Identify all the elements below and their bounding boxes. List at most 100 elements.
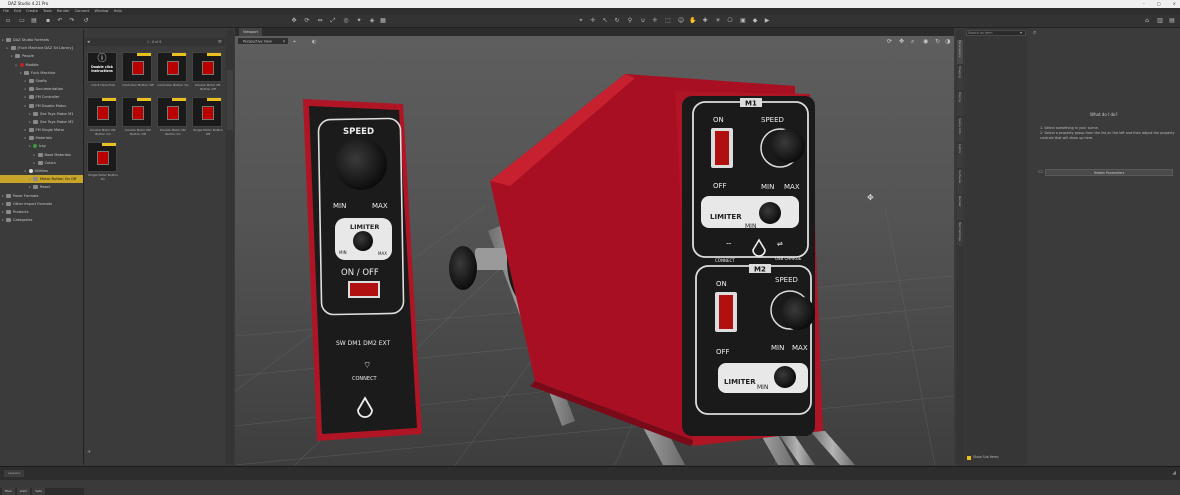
content-thumbnail[interactable]: Single Motor Button On (87, 142, 119, 181)
tree-item[interactable]: ▸ Materials (0, 134, 83, 142)
menu-tools[interactable]: Tools (43, 8, 52, 15)
ctrl-limiter-knob[interactable] (353, 231, 373, 251)
view-options-icon[interactable]: ≡ (218, 39, 222, 45)
tree-item[interactable]: ▸ Colors (0, 159, 83, 167)
tool-node-select-icon[interactable]: ✚ (701, 17, 709, 25)
expand-arrow-icon[interactable]: ▸ (25, 77, 29, 85)
pan-icon[interactable]: ✥ (899, 38, 904, 45)
left-tab[interactable]: Anim (16, 488, 31, 495)
expand-arrow-icon[interactable]: ▸ (25, 126, 29, 134)
tree-item[interactable]: ▸ Sex Toys Motor M1 (0, 110, 83, 118)
tool-camera-icon[interactable]: ⎔ (726, 17, 734, 25)
tool-universal-icon[interactable]: ✥ (290, 17, 298, 25)
render-icon[interactable]: ▶ (763, 17, 771, 25)
side-tab[interactable]: Tool Settings (957, 222, 963, 246)
tool-magnet-icon[interactable]: ∪ (639, 17, 647, 25)
expand-arrow-icon[interactable]: ▸ (34, 151, 38, 159)
tool-bookmark-icon[interactable]: ▣ (739, 17, 747, 25)
merge-icon[interactable]: ▤ (30, 17, 38, 25)
tool-joint-icon[interactable]: ✦ (355, 17, 363, 25)
tool-active-icon[interactable]: ✛ (651, 17, 659, 25)
expand-arrow-icon[interactable]: ▸ (25, 134, 29, 142)
expand-arrow-icon[interactable]: ▸ (7, 44, 11, 52)
menu-edit[interactable]: Edit (14, 8, 21, 15)
side-tab[interactable]: Scene Info (957, 118, 963, 142)
tool-light-icon[interactable]: ☀ (714, 17, 722, 25)
menu-file[interactable]: File (3, 8, 9, 15)
redo-icon[interactable]: ↷ (68, 17, 76, 25)
tool-move-icon[interactable]: ✛ (589, 17, 597, 25)
side-tab[interactable]: Shaping (957, 66, 963, 90)
tree-item[interactable]: ▸ Reset (0, 183, 83, 191)
expand-arrow-icon[interactable]: ▸ (16, 61, 20, 69)
m1-speed-knob[interactable] (771, 129, 805, 163)
tree-item[interactable]: ▸ Poser Formats (0, 192, 83, 200)
aux-view-icon[interactable]: ◑ (945, 38, 950, 45)
layout-icon[interactable]: ▥ (1156, 17, 1164, 25)
content-thumbnail[interactable]: Double Motor M1 Button On (87, 97, 119, 136)
show-sub-items-checkbox[interactable] (967, 456, 971, 460)
expand-arrow-icon[interactable]: ▸ (34, 159, 38, 167)
add-icon[interactable]: + (87, 449, 91, 455)
maximize-icon[interactable]: □ (1157, 0, 1161, 8)
undo-icon[interactable]: ↶ (56, 17, 64, 25)
3d-viewport[interactable]: Perspective View ▾ ⌖ ◐ ⟳ ✥ ⌕ ◉ ↻ ◑ M1 ON… (235, 36, 954, 465)
menu-create[interactable]: Create (26, 8, 38, 15)
tree-item[interactable]: ▸ Documentation (0, 85, 83, 93)
minimize-icon[interactable]: – (1143, 0, 1145, 8)
tool-rotate-icon[interactable]: ⟳ (303, 17, 311, 25)
tool-surface-icon[interactable]: ◈ (368, 17, 376, 25)
tree-item[interactable]: ▸ FM Controller (0, 93, 83, 101)
tree-item[interactable]: ▸ Moddie (0, 61, 83, 69)
menu-help[interactable]: Help (114, 8, 122, 15)
search-icon[interactable]: ⌕ (1033, 29, 1036, 37)
tool-figure-icon[interactable]: ☺ (677, 17, 685, 25)
tool-hand-icon[interactable]: ✋ (689, 17, 697, 25)
render-settings-icon[interactable]: ◆ (751, 17, 759, 25)
expand-arrow-icon[interactable]: ▸ (25, 102, 29, 110)
tool-scale-icon[interactable]: ⤢ (329, 17, 337, 25)
tree-item[interactable]: ▸ DAZ Studio Formats (0, 36, 83, 44)
hidden-parameters-button[interactable]: Hidden Parameters (1045, 169, 1173, 176)
zoom-icon[interactable]: ⌕ (911, 38, 914, 45)
side-tab[interactable]: Posing (957, 92, 963, 116)
view-options-icon[interactable]: ⌖ (293, 39, 296, 45)
new-icon[interactable]: ▫ (4, 17, 12, 25)
orbit-icon[interactable]: ⟳ (887, 38, 892, 45)
tool-node-icon[interactable]: ◎ (342, 17, 350, 25)
tree-item[interactable]: ▸ Utilities (0, 167, 83, 175)
content-thumbnail[interactable]: Controller Button Off (122, 52, 154, 91)
content-thumbnail[interactable]: Double Motor M2 Button On (157, 97, 189, 136)
m2-speed-knob[interactable] (781, 296, 815, 330)
menu-render[interactable]: Render (57, 8, 70, 15)
tree-item[interactable]: ▸ Products (0, 208, 83, 216)
draw-style-icon[interactable]: ◐ (312, 39, 316, 45)
save-icon[interactable]: ▪ (44, 17, 52, 25)
side-tab[interactable]: Surfaces (957, 170, 963, 194)
open-icon[interactable]: ▭ (18, 17, 26, 25)
content-thumbnail[interactable]: Controller Button On (157, 52, 189, 91)
side-tab[interactable]: Parameters (957, 40, 963, 64)
tool-pointer-icon[interactable]: ⌖ (577, 17, 585, 25)
back-icon[interactable]: ◂ (87, 39, 90, 45)
view-dropdown[interactable]: Perspective View (243, 40, 272, 44)
rotate-view-icon[interactable]: ↻ (935, 38, 940, 45)
tool-spin-icon[interactable]: ↻ (613, 17, 621, 25)
tree-item[interactable]: ▸ Other Import Formats (0, 200, 83, 208)
menu-connect[interactable]: Connect (75, 8, 90, 15)
left-tab[interactable]: Sets (32, 488, 45, 495)
search-dropdown-icon[interactable]: ▾ (1020, 30, 1022, 35)
content-thumbnail[interactable]: Single Motor Button Off (192, 97, 224, 136)
close-icon[interactable]: × (1173, 0, 1176, 8)
content-thumbnail[interactable]: ⓘ Double click Instructions !Click Here Fi… (87, 52, 119, 91)
tool-pose-icon[interactable]: ⚲ (626, 17, 634, 25)
frame-icon[interactable]: ◉ (923, 38, 928, 45)
side-tab[interactable]: Lights (957, 144, 963, 168)
tool-arrow-icon[interactable]: ↖ (601, 17, 609, 25)
tree-item[interactable]: ▸ Shafts (0, 77, 83, 85)
tree-item[interactable]: ▸ FM Single Motor (0, 126, 83, 134)
tool-geometry-icon[interactable]: ▦ (379, 17, 387, 25)
tree-item[interactable]: ▸ Motor Button On Off (0, 175, 83, 184)
content-thumbnail[interactable]: Double Motor M2 Button Off (122, 97, 154, 136)
content-thumbnail[interactable]: Double Motor M1 Button Off (192, 52, 224, 91)
